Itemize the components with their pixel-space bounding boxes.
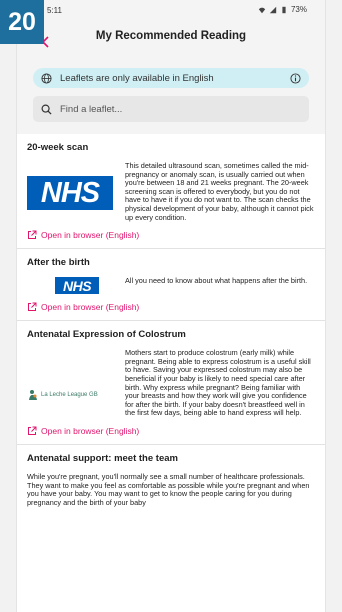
wifi-icon (258, 7, 266, 13)
signal-icon (269, 6, 277, 13)
la-leche-league-text: La Leche League GB (41, 392, 98, 399)
search-input[interactable]: Find a leaflet... (33, 96, 309, 122)
leaflet-logo: La Leche League GB (27, 349, 121, 401)
open-in-browser-link[interactable]: Open in browser (English) (27, 302, 315, 312)
leaflet-logo: NHS (27, 162, 121, 210)
leaflet-item: After the birth NHS All you need to know… (17, 249, 325, 322)
mother-baby-icon (29, 390, 37, 401)
step-badge: 20 (0, 0, 44, 44)
battery-icon (282, 6, 286, 13)
open-in-browser-label: Open in browser (English) (41, 425, 140, 436)
la-leche-league-logo: La Leche League GB (27, 389, 98, 401)
phone-screen: 5:11 73% My Recommended Reading Leaflets… (16, 0, 326, 612)
left-gutter (0, 0, 16, 612)
search-placeholder: Find a leaflet... (60, 103, 123, 115)
leaflet-title: Antenatal support: meet the team (27, 452, 178, 464)
status-time: 5:11 (47, 6, 62, 15)
leaflet-description: While you're pregnant, you'll normally s… (27, 471, 310, 507)
nhs-logo: NHS (27, 176, 113, 210)
info-banner-text: Leaflets are only available in English (60, 72, 214, 84)
leaflet-item: Antenatal support: meet the team While y… (17, 445, 325, 515)
status-icons: 73% (258, 5, 307, 14)
open-in-browser-link[interactable]: Open in browser (English) (27, 230, 315, 240)
right-gutter (326, 0, 342, 612)
status-bar: 5:11 73% (17, 0, 325, 22)
globe-icon (41, 72, 52, 84)
open-in-browser-label: Open in browser (English) (41, 302, 140, 313)
top-section: Leaflets are only available in English F… (17, 62, 325, 134)
battery-level: 73% (290, 5, 307, 14)
leaflet-title: 20-week scan (27, 142, 89, 153)
open-in-browser-label: Open in browser (English) (41, 230, 140, 241)
leaflet-item: 20-week scan NHS This detailed ultrasoun… (17, 134, 325, 250)
leaflet-description: Mothers start to produce colostrum (earl… (125, 348, 311, 418)
leaflet-logo: NHS (27, 277, 121, 295)
leaflet-title: Antenatal Expression of Colostrum (27, 329, 186, 341)
leaflet-description: All you need to know about what happens … (125, 276, 308, 286)
page-title: My Recommended Reading (95, 30, 247, 42)
search-icon (41, 104, 52, 115)
leaflet-description: This detailed ultrasound scan, sometimes… (125, 161, 314, 222)
leaflet-item: Antenatal Expression of Colostrum La Lec… (17, 321, 325, 445)
external-link-icon (28, 302, 37, 312)
nhs-logo: NHS (55, 277, 99, 295)
info-icon[interactable] (290, 72, 301, 84)
external-link-icon (28, 426, 37, 435)
app-bar: My Recommended Reading (17, 22, 325, 62)
open-in-browser-link[interactable]: Open in browser (English) (27, 426, 315, 436)
language-info-banner: Leaflets are only available in English (33, 68, 309, 88)
external-link-icon (28, 230, 37, 240)
leaflet-title: After the birth (27, 257, 90, 269)
